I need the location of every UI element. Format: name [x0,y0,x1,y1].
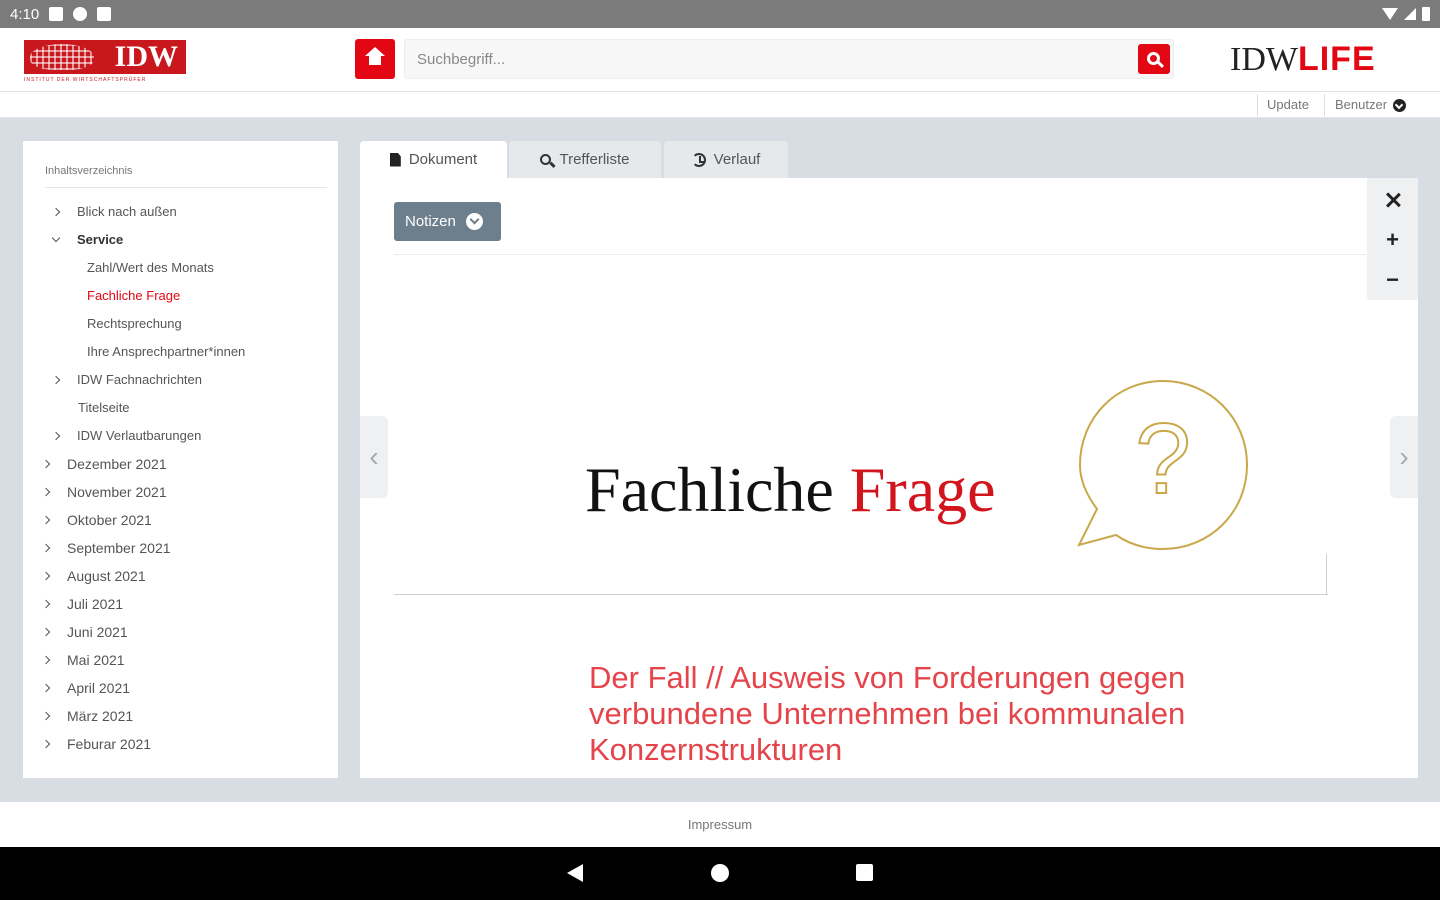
search-button[interactable] [1138,44,1170,74]
status-time: 4:10 [10,5,40,23]
app-header: IDW INSTITUT DER WIRTSCHAFTSPRÜFER IDW L… [0,28,1440,92]
next-page-button[interactable]: › [1390,416,1418,498]
app-notification-icon [73,7,88,21]
toc-item-service[interactable]: Service [51,232,123,247]
toc-item-september-2021[interactable]: September 2021 [41,540,171,556]
status-bar: 4:10 [0,0,1440,28]
toc-item-titelseite[interactable]: Titelseite [78,400,130,415]
toc-item-ansprechpartner[interactable]: Ihre Ansprechpartner*innen [87,344,245,359]
search-input[interactable] [404,39,1174,79]
svg-text:?: ? [1135,403,1191,515]
home-icon [365,47,385,67]
logo-text: IDW [114,40,178,73]
search-icon [540,154,552,165]
chevron-right-icon [41,739,51,749]
toc-item-april-2021[interactable]: April 2021 [41,680,130,696]
toc-item-mai-2021[interactable]: Mai 2021 [41,652,125,668]
zoom-controls: + − [1367,178,1418,300]
toc-item-oktober-2021[interactable]: Oktober 2021 [41,512,152,528]
logo-subtitle: INSTITUT DER WIRTSCHAFTSPRÜFER [24,77,147,83]
zoom-in-button[interactable]: + [1367,221,1418,259]
toc-item-verlautbarungen[interactable]: IDW Verlautbarungen [51,428,201,443]
document-icon [389,152,401,167]
chevron-down-icon [51,233,61,243]
recents-icon[interactable] [856,864,873,881]
back-icon[interactable] [567,864,583,882]
search-icon [1146,51,1160,65]
previous-page-button[interactable]: ‹ [360,416,388,498]
fullscreen-button[interactable] [1367,181,1418,219]
chevron-down-icon [1393,99,1407,113]
chevron-down-icon [465,213,483,230]
user-menu[interactable]: Benutzer [1335,92,1407,118]
toc-item-februar-2021[interactable]: Feburar 2021 [41,736,151,752]
toc-item-august-2021[interactable]: August 2021 [41,568,146,584]
toc-item-maerz-2021[interactable]: März 2021 [41,708,133,724]
page-title: Fachliche Frage [585,454,996,525]
history-icon [691,152,706,167]
notification-icon [49,7,64,21]
chevron-right-icon [51,375,61,384]
chevron-right-icon [41,599,51,609]
zoom-out-button[interactable]: − [1367,261,1418,299]
chevron-right-icon [41,683,51,693]
toc-item-fachliche-frage[interactable]: Fachliche Frage [87,288,180,303]
system-nav-bar [0,847,1440,900]
case-heading: Der Fall // Ausweis von Forderungen gege… [589,660,1186,767]
document-viewer: Notizen + − ‹ › Fachliche Frage ? Der Fa… [360,178,1418,778]
chevron-right-icon [41,655,51,665]
wifi-icon [1382,8,1398,20]
expand-icon [1386,193,1400,207]
table-of-contents: Inhaltsverzeichnis Blick nach außen Serv… [23,141,338,778]
home-circle-icon[interactable] [711,864,729,882]
toc-item-dezember-2021[interactable]: Dezember 2021 [41,456,167,472]
tab-dokument[interactable]: Dokument [360,141,507,178]
idw-life-logo[interactable]: IDW LIFE [1230,40,1376,80]
sub-toolbar: Update Benutzer [0,92,1440,118]
toc-item-juni-2021[interactable]: Juni 2021 [41,624,128,640]
chevron-right-icon [41,543,51,553]
toc-item-fachnachrichten[interactable]: IDW Fachnachrichten [51,372,202,387]
chevron-right-icon [41,571,51,581]
tab-trefferliste[interactable]: Trefferliste [509,141,661,178]
chevron-right-icon [51,431,61,440]
chevron-right-icon [41,627,51,637]
toc-item-juli-2021[interactable]: Juli 2021 [41,596,123,612]
toc-item-rechtsprechung[interactable]: Rechtsprechung [87,316,182,331]
chevron-right-icon [41,515,51,525]
sd-card-icon [97,7,112,21]
toc-item-november-2021[interactable]: November 2021 [41,484,167,500]
footer: Impressum [0,802,1440,847]
signal-icon [1404,8,1416,20]
tab-verlauf[interactable]: Verlauf [664,141,788,178]
chevron-right-icon [41,487,51,497]
chevron-right-icon [41,711,51,721]
speech-bubble-question-icon: ? [1077,379,1249,551]
toc-item-blick-nach-aussen[interactable]: Blick nach außen [51,204,177,219]
home-button[interactable] [355,39,395,79]
chevron-right-icon [51,207,61,216]
toc-item-zahl-wert[interactable]: Zahl/Wert des Monats [87,260,214,275]
globe-icon [30,44,94,70]
impressum-link[interactable]: Impressum [688,817,752,832]
update-link[interactable]: Update [1267,92,1309,118]
idw-logo[interactable]: IDW INSTITUT DER WIRTSCHAFTSPRÜFER [24,40,186,84]
toc-title: Inhaltsverzeichnis [45,165,133,177]
chevron-right-icon [41,459,51,469]
battery-icon [1422,7,1430,21]
notes-button[interactable]: Notizen [394,202,501,241]
